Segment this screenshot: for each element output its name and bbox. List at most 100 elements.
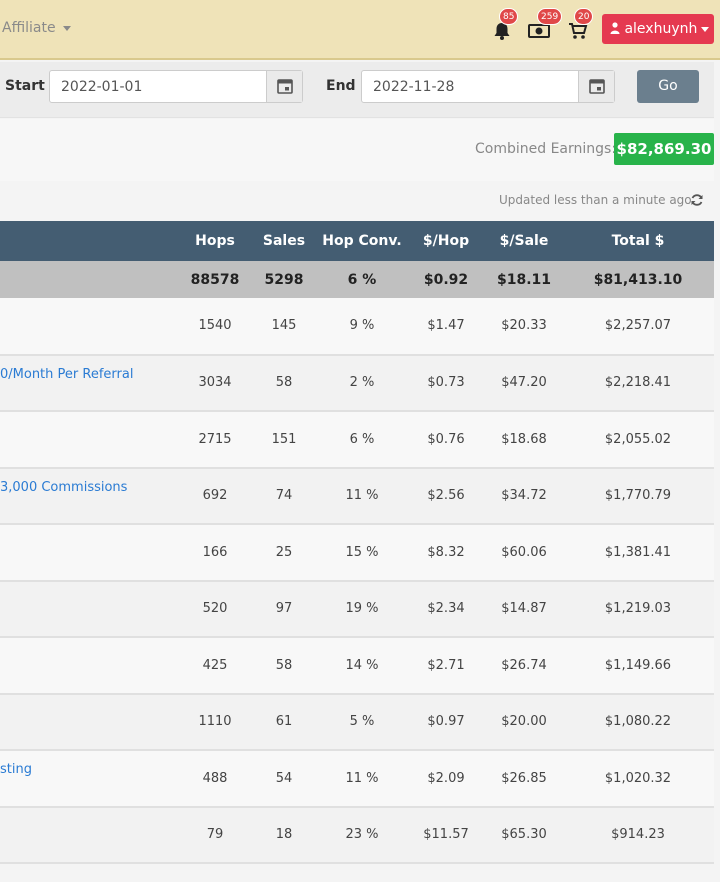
update-status: Updated less than a minute ago	[0, 181, 714, 219]
notifications-badge: 85	[499, 8, 519, 25]
earnings-button[interactable]: 259	[526, 8, 563, 42]
per-sale-cell: $14.87	[486, 580, 562, 638]
total-cell: $1,770.79	[562, 467, 714, 525]
earnings-summary: Combined Earnings: $82,869.30	[0, 119, 714, 181]
column-header-hop-conv[interactable]: Hop Conv.	[318, 221, 406, 261]
hops-cell: 520	[180, 580, 250, 638]
calendar-icon	[277, 79, 293, 94]
hops-cell: 425	[180, 637, 250, 695]
hops-cell: 79	[180, 806, 250, 864]
total-earnings: $81,413.10	[562, 261, 714, 298]
hop-conv-cell: 5 %	[318, 693, 406, 751]
start-calendar-button[interactable]	[266, 71, 302, 102]
total-sales: 5298	[250, 261, 318, 298]
per-sale-cell: $26.85	[486, 750, 562, 808]
column-header-sales[interactable]: Sales	[250, 221, 318, 261]
product-name-link	[0, 411, 180, 469]
hops-cell: 1110	[180, 693, 250, 751]
date-filter-bar: Start 2022-01-01 End 2022-11-28 Go	[0, 62, 714, 118]
table-row: 0/Month Per Referral 3034 58 2 % $0.73 $47.20…	[0, 354, 714, 412]
per-sale-cell: $20.00	[486, 693, 562, 751]
product-name-link[interactable]: 3,000 Commissions	[0, 467, 180, 525]
product-name-link[interactable]: sting	[0, 750, 180, 808]
affiliate-menu-label: Affiliate	[2, 20, 56, 36]
total-cell: $2,218.41	[562, 354, 714, 412]
table-row: sting 488 54 11 % $2.09 $26.85 $1,020.32	[0, 750, 714, 808]
affiliate-menu[interactable]: Affiliate	[2, 20, 71, 36]
end-label: End	[326, 78, 356, 94]
sales-cell: 58	[250, 354, 318, 412]
total-cell: $1,149.66	[562, 637, 714, 695]
sales-cell: 18	[250, 806, 318, 864]
totals-row: 88578 5298 6 % $0.92 $18.11 $81,413.10	[0, 261, 714, 298]
user-menu-button[interactable]: alexhuynh	[602, 14, 714, 44]
end-calendar-button[interactable]	[578, 71, 614, 102]
user-icon	[610, 22, 620, 34]
column-header-product	[0, 221, 180, 261]
cart-badge: 20	[574, 8, 594, 25]
product-name-link	[0, 524, 180, 582]
total-hop-conv: 6 %	[318, 261, 406, 298]
per-hop-cell: $0.76	[406, 411, 486, 469]
table-row: 425 58 14 % $2.71 $26.74 $1,149.66	[0, 637, 714, 695]
sales-cell: 25	[250, 524, 318, 582]
start-date-value: 2022-01-01	[61, 79, 143, 95]
product-name-link	[0, 693, 180, 751]
end-date-input[interactable]: 2022-11-28	[361, 70, 615, 103]
total-cell: $1,219.03	[562, 580, 714, 638]
total-cell	[0, 261, 180, 298]
chevron-down-icon	[62, 25, 71, 31]
product-name-link[interactable]: 0/Month Per Referral	[0, 354, 180, 412]
sales-cell: 151	[250, 411, 318, 469]
table-row: 1540 145 9 % $1.47 $20.33 $2,257.07	[0, 298, 714, 356]
per-hop-cell: $2.71	[406, 637, 486, 695]
column-header-per-sale[interactable]: $/Sale	[486, 221, 562, 261]
column-header-per-hop[interactable]: $/Hop	[406, 221, 486, 261]
earnings-badge: 259	[537, 8, 563, 25]
table-row: 520 97 19 % $2.34 $14.87 $1,219.03	[0, 580, 714, 638]
per-hop-cell: $0.97	[406, 693, 486, 751]
total-hops: 88578	[180, 261, 250, 298]
hop-conv-cell: 11 %	[318, 750, 406, 808]
hop-conv-cell: 15 %	[318, 524, 406, 582]
product-name-link	[0, 580, 180, 638]
notifications-button[interactable]: 85	[490, 8, 519, 42]
refresh-icon[interactable]	[690, 193, 704, 207]
total-per-hop: $0.92	[406, 261, 486, 298]
total-per-sale: $18.11	[486, 261, 562, 298]
table-row: 1110 61 5 % $0.97 $20.00 $1,080.22	[0, 693, 714, 751]
per-hop-cell: $8.32	[406, 524, 486, 582]
column-header-total[interactable]: Total $	[562, 221, 714, 261]
total-cell: $914.23	[562, 806, 714, 864]
per-sale-cell: $18.68	[486, 411, 562, 469]
hop-conv-cell: 19 %	[318, 580, 406, 638]
hop-conv-cell: 2 %	[318, 354, 406, 412]
hop-conv-cell: 14 %	[318, 637, 406, 695]
hops-cell: 488	[180, 750, 250, 808]
per-hop-cell: $2.34	[406, 580, 486, 638]
go-button[interactable]: Go	[637, 70, 699, 103]
per-sale-cell: $26.74	[486, 637, 562, 695]
product-name-link	[0, 298, 180, 356]
combined-earnings-label: Combined Earnings:	[475, 141, 617, 157]
per-sale-cell: $65.30	[486, 806, 562, 864]
cart-button[interactable]: 20	[566, 8, 594, 42]
hops-cell: 3034	[180, 354, 250, 412]
hops-cell: 166	[180, 524, 250, 582]
table-row: 166 25 15 % $8.32 $60.06 $1,381.41	[0, 524, 714, 582]
per-hop-cell: $2.56	[406, 467, 486, 525]
sales-cell: 58	[250, 637, 318, 695]
total-cell: $2,055.02	[562, 411, 714, 469]
earnings-table: Hops Sales Hop Conv. $/Hop $/Sale Total …	[0, 221, 714, 864]
total-cell: $1,381.41	[562, 524, 714, 582]
hop-conv-cell: 9 %	[318, 298, 406, 356]
product-name-link	[0, 637, 180, 695]
updated-text: Updated less than a minute ago	[499, 193, 692, 207]
total-cell: $1,080.22	[562, 693, 714, 751]
sales-cell: 61	[250, 693, 318, 751]
combined-earnings-value: $82,869.30	[614, 133, 714, 165]
column-header-hops[interactable]: Hops	[180, 221, 250, 261]
hops-cell: 692	[180, 467, 250, 525]
sales-cell: 74	[250, 467, 318, 525]
start-date-input[interactable]: 2022-01-01	[49, 70, 303, 103]
